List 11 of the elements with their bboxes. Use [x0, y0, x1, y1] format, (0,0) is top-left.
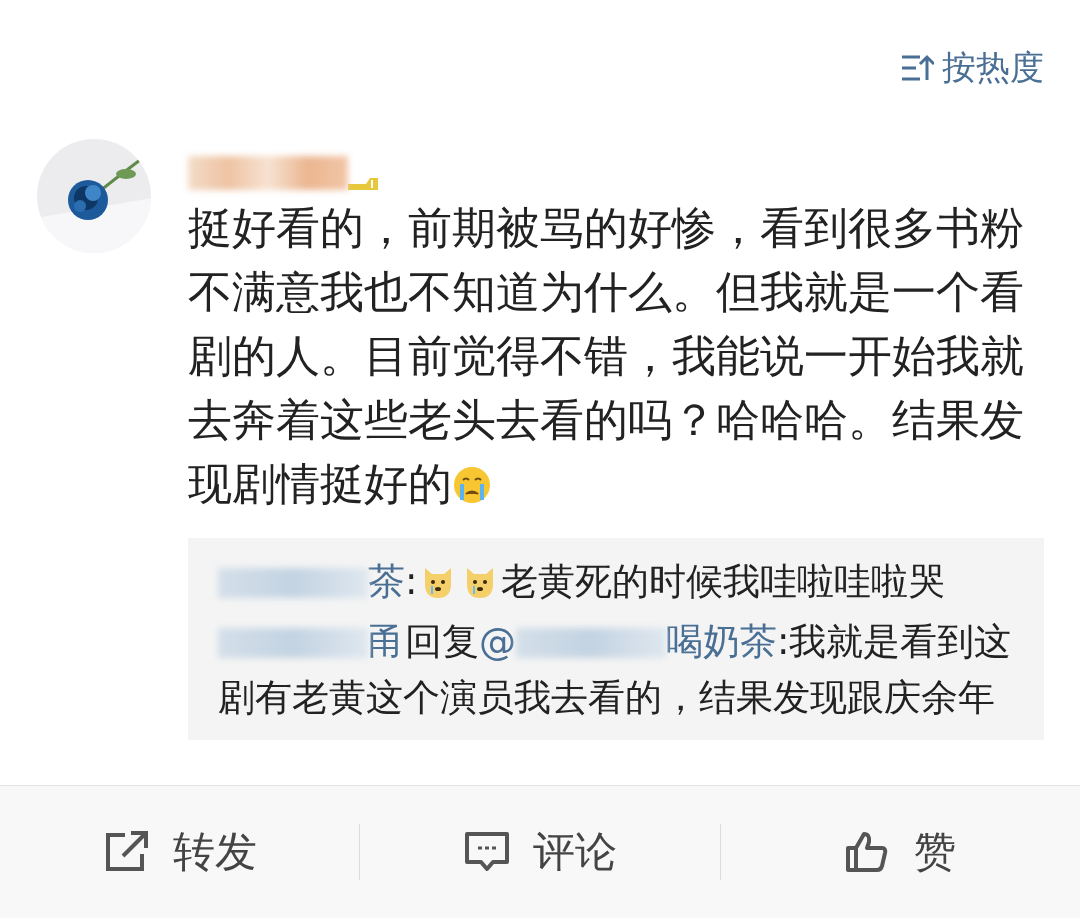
reply-text: 甬 回复@ 喝奶茶:我就是看到这剧有老黄这个演员我去看的，结果发现跟庆余年	[218, 619, 1013, 721]
level-badge-icon	[348, 178, 378, 190]
like-button[interactable]: 赞	[720, 823, 1080, 881]
sort-button[interactable]: 按热度	[900, 38, 1044, 98]
sort-icon	[900, 53, 934, 83]
crying-face-icon	[452, 465, 492, 505]
comment-button[interactable]: 评论	[360, 823, 720, 881]
comment-icon	[463, 830, 511, 874]
reply-text: 茶: 老黄死的时候我哇啦哇啦哭	[218, 554, 1014, 610]
share-button[interactable]: 转发	[0, 823, 360, 881]
comment-text: 挺好看的，前期被骂的好惨，看到很多书粉不满意我也不知道为什么。但我就是一个看剧的人。目前觉得不错，我能说一开始我就去奔着这些老头去看的吗？哈哈哈。结果发现剧情挺好的	[188, 201, 1025, 511]
